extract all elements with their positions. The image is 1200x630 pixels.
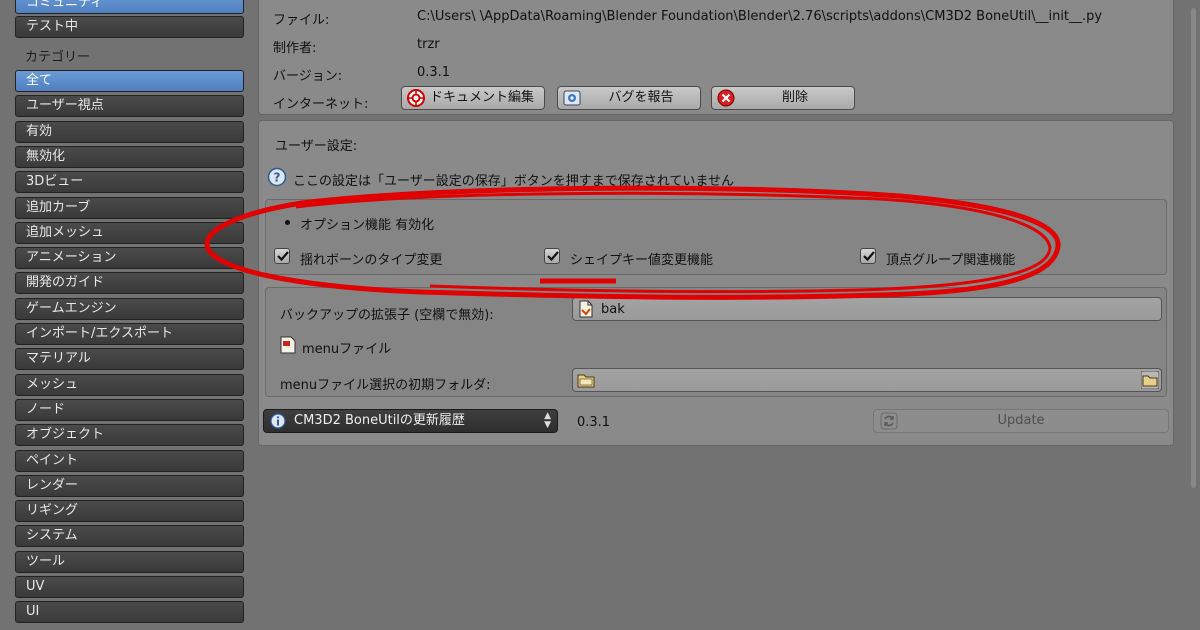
red-annotation-ellipse [204,185,1061,300]
